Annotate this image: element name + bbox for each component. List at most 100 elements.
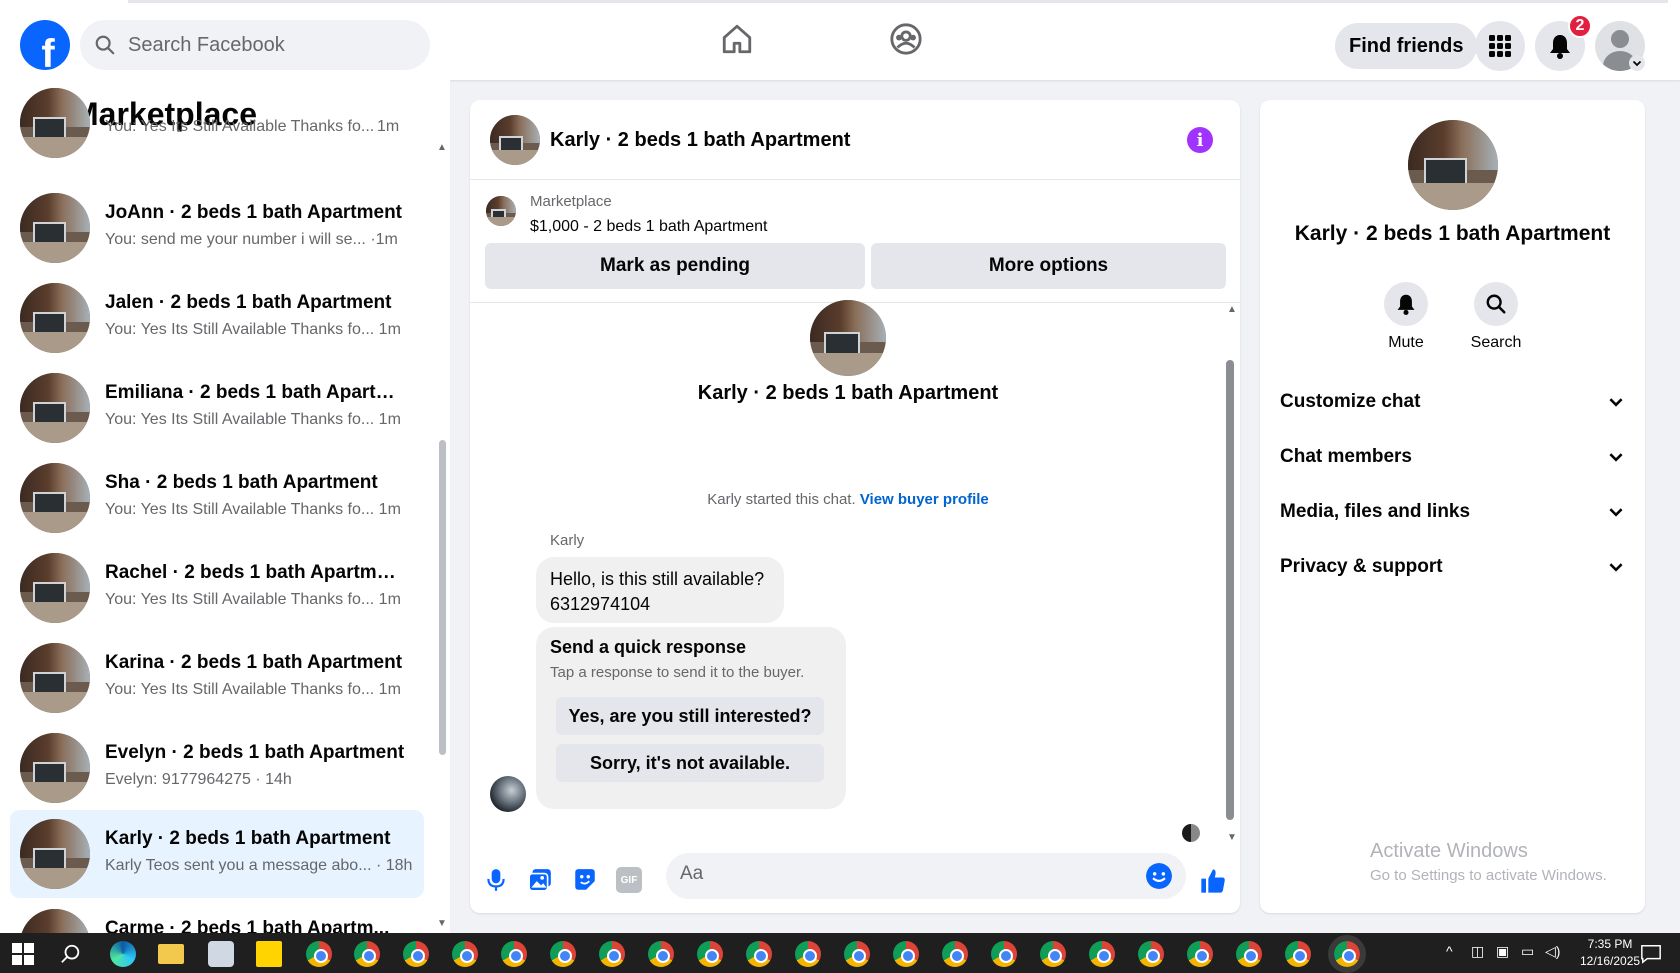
chrome-profile-icon[interactable] bbox=[1236, 941, 1262, 967]
mute-button[interactable] bbox=[1384, 282, 1428, 326]
sticker-icon[interactable] bbox=[572, 867, 598, 893]
scroll-down-arrow-icon[interactable]: ▼ bbox=[437, 918, 447, 929]
chrome-profile-icon[interactable] bbox=[550, 941, 576, 967]
app-icon[interactable] bbox=[208, 941, 234, 967]
sticky-notes-icon[interactable] bbox=[256, 941, 282, 967]
chat-avatar[interactable] bbox=[490, 115, 540, 165]
chat-scroll-up-icon[interactable]: ▲ bbox=[1227, 304, 1237, 315]
conversation-item[interactable]: Carme · 2 beds 1 bath Apartm... bbox=[10, 900, 424, 933]
sender-avatar[interactable] bbox=[490, 776, 526, 812]
search-input[interactable] bbox=[128, 33, 408, 57]
chrome-profile-icon[interactable] bbox=[697, 941, 723, 967]
logo-letter: f bbox=[41, 32, 55, 70]
like-thumbs-up-icon[interactable] bbox=[1199, 867, 1227, 895]
quick-response-card: Send a quick response Tap a response to … bbox=[536, 627, 846, 809]
search-in-chat-button[interactable] bbox=[1474, 282, 1518, 326]
chrome-profile-icon[interactable] bbox=[942, 941, 968, 967]
chrome-profile-icon[interactable] bbox=[1138, 941, 1164, 967]
listing-price[interactable]: $1,000 - 2 beds 1 bath Apartment bbox=[530, 218, 768, 236]
chat-header: Karly · 2 beds 1 bath Apartment i bbox=[470, 100, 1240, 180]
gif-icon[interactable]: GIF bbox=[616, 867, 642, 893]
more-options-button[interactable]: More options bbox=[871, 243, 1226, 289]
listing-thumbnail bbox=[20, 909, 90, 933]
quick-response-yes-button[interactable]: Yes, are you still interested? bbox=[556, 697, 824, 735]
chat-scroll-down-icon[interactable]: ▼ bbox=[1227, 832, 1237, 843]
message-input[interactable] bbox=[680, 863, 1120, 885]
emoji-icon[interactable] bbox=[1146, 863, 1172, 889]
chrome-profile-icon[interactable] bbox=[746, 941, 772, 967]
microphone-icon[interactable] bbox=[483, 867, 509, 893]
view-buyer-profile-link[interactable]: View buyer profile bbox=[860, 491, 989, 508]
taskbar-search-icon[interactable] bbox=[60, 943, 82, 965]
chrome-profile-icon[interactable] bbox=[354, 941, 380, 967]
account-chevron-icon[interactable] bbox=[1629, 55, 1645, 71]
chrome-profile-icon[interactable] bbox=[1089, 941, 1115, 967]
chrome-profile-icon[interactable] bbox=[501, 941, 527, 967]
chrome-profile-icon[interactable] bbox=[599, 941, 625, 967]
windows-start-icon[interactable] bbox=[12, 943, 34, 965]
section-label: Privacy & support bbox=[1280, 556, 1443, 577]
message-bubble[interactable]: Hello, is this still available? 63129741… bbox=[536, 557, 784, 623]
privacy-support-section[interactable]: Privacy & support bbox=[1280, 547, 1625, 587]
details-avatar[interactable] bbox=[1408, 120, 1498, 210]
media-files-links-section[interactable]: Media, files and links bbox=[1280, 492, 1625, 532]
chrome-profile-icon[interactable] bbox=[452, 941, 478, 967]
windows-taskbar: ^ ◫ ▣ ▭ ◁) 7:35 PM 12/16/2025 bbox=[0, 933, 1680, 973]
conversation-item[interactable]: JoAnn · 2 beds 1 bath Apartment You: sen… bbox=[10, 184, 424, 272]
search-bar[interactable] bbox=[80, 20, 430, 70]
chrome-profile-icon[interactable] bbox=[991, 941, 1017, 967]
chrome-profile-icon[interactable] bbox=[1285, 941, 1311, 967]
info-icon[interactable]: i bbox=[1187, 127, 1213, 153]
mute-action[interactable]: Mute bbox=[1366, 282, 1446, 352]
conversation-item[interactable]: Emiliana · 2 beds 1 bath Apartme... You:… bbox=[10, 364, 424, 452]
chrome-profile-icon[interactable] bbox=[893, 941, 919, 967]
menu-button[interactable] bbox=[1475, 21, 1525, 71]
conversation-item[interactable]: Rachel · 2 beds 1 bath Apartment You: Ye… bbox=[10, 544, 424, 632]
taskbar-clock[interactable]: 7:35 PM 12/16/2025 bbox=[1580, 936, 1640, 970]
tray-chevron-icon[interactable]: ^ bbox=[1446, 943, 1453, 959]
conversation-item-active[interactable]: Karly · 2 beds 1 bath Apartment Karly Te… bbox=[10, 810, 424, 898]
chrome-profile-icon[interactable] bbox=[306, 941, 332, 967]
chrome-profile-icon[interactable] bbox=[1187, 941, 1213, 967]
chrome-profile-icon[interactable] bbox=[1040, 941, 1066, 967]
conversation-item[interactable]: Evelyn · 2 beds 1 bath Apartment Evelyn:… bbox=[10, 724, 424, 812]
sidebar-scrollbar[interactable] bbox=[439, 440, 446, 755]
avatar-head bbox=[1611, 30, 1629, 48]
message-input-field[interactable] bbox=[666, 853, 1186, 899]
conversation-snippet: You: Yes Its Still Available Thanks fo..… bbox=[105, 321, 401, 338]
chat-started-notice: Karly started this chat. View buyer prof… bbox=[470, 491, 1226, 508]
photo-icon[interactable] bbox=[527, 867, 553, 893]
file-explorer-icon[interactable] bbox=[158, 944, 184, 964]
chrome-profile-icon[interactable] bbox=[648, 941, 674, 967]
chat-scrollbar[interactable] bbox=[1226, 360, 1234, 820]
edge-browser-icon[interactable] bbox=[110, 941, 136, 967]
search-action[interactable]: Search bbox=[1456, 282, 1536, 352]
customize-chat-section[interactable]: Customize chat bbox=[1280, 382, 1625, 422]
tray-app-icon[interactable]: ▣ bbox=[1496, 943, 1509, 960]
scroll-up-arrow-icon[interactable]: ▲ bbox=[437, 142, 447, 153]
conversation-item-partial[interactable]: You: Yes Its Still Available Thanks fo..… bbox=[10, 88, 424, 160]
notification-center-icon[interactable] bbox=[1640, 943, 1662, 965]
chat-title[interactable]: Karly · 2 beds 1 bath Apartment bbox=[550, 129, 850, 152]
listing-thumbnail[interactable] bbox=[486, 196, 516, 226]
volume-icon[interactable]: ◁) bbox=[1545, 943, 1560, 960]
chrome-profile-icon[interactable] bbox=[403, 941, 429, 967]
conversation-item[interactable]: Sha · 2 beds 1 bath Apartment You: Yes I… bbox=[10, 454, 424, 542]
conversation-snippet: You: Yes Its Still Available Thanks fo..… bbox=[105, 681, 401, 698]
facebook-logo[interactable]: f bbox=[20, 20, 70, 70]
mark-as-pending-button[interactable]: Mark as pending bbox=[485, 243, 865, 289]
tray-meet-icon[interactable]: ◫ bbox=[1471, 943, 1484, 960]
conversation-time: 1m bbox=[377, 118, 400, 135]
chrome-profile-icon[interactable] bbox=[844, 941, 870, 967]
chat-members-section[interactable]: Chat members bbox=[1280, 437, 1625, 477]
chrome-profile-icon[interactable] bbox=[795, 941, 821, 967]
chrome-profile-icon-active[interactable] bbox=[1328, 935, 1366, 973]
home-icon[interactable] bbox=[720, 22, 754, 56]
conversation-item[interactable]: Karina · 2 beds 1 bath Apartment You: Ye… bbox=[10, 634, 424, 722]
conversation-item[interactable]: Jalen · 2 beds 1 bath Apartment You: Yes… bbox=[10, 274, 424, 362]
find-friends-button[interactable]: Find friends bbox=[1335, 23, 1478, 69]
network-icon[interactable]: ▭ bbox=[1521, 943, 1534, 960]
message-text: Hello, is this still available? bbox=[550, 569, 765, 589]
groups-icon[interactable] bbox=[889, 22, 923, 56]
quick-response-sorry-button[interactable]: Sorry, it's not available. bbox=[556, 744, 824, 782]
